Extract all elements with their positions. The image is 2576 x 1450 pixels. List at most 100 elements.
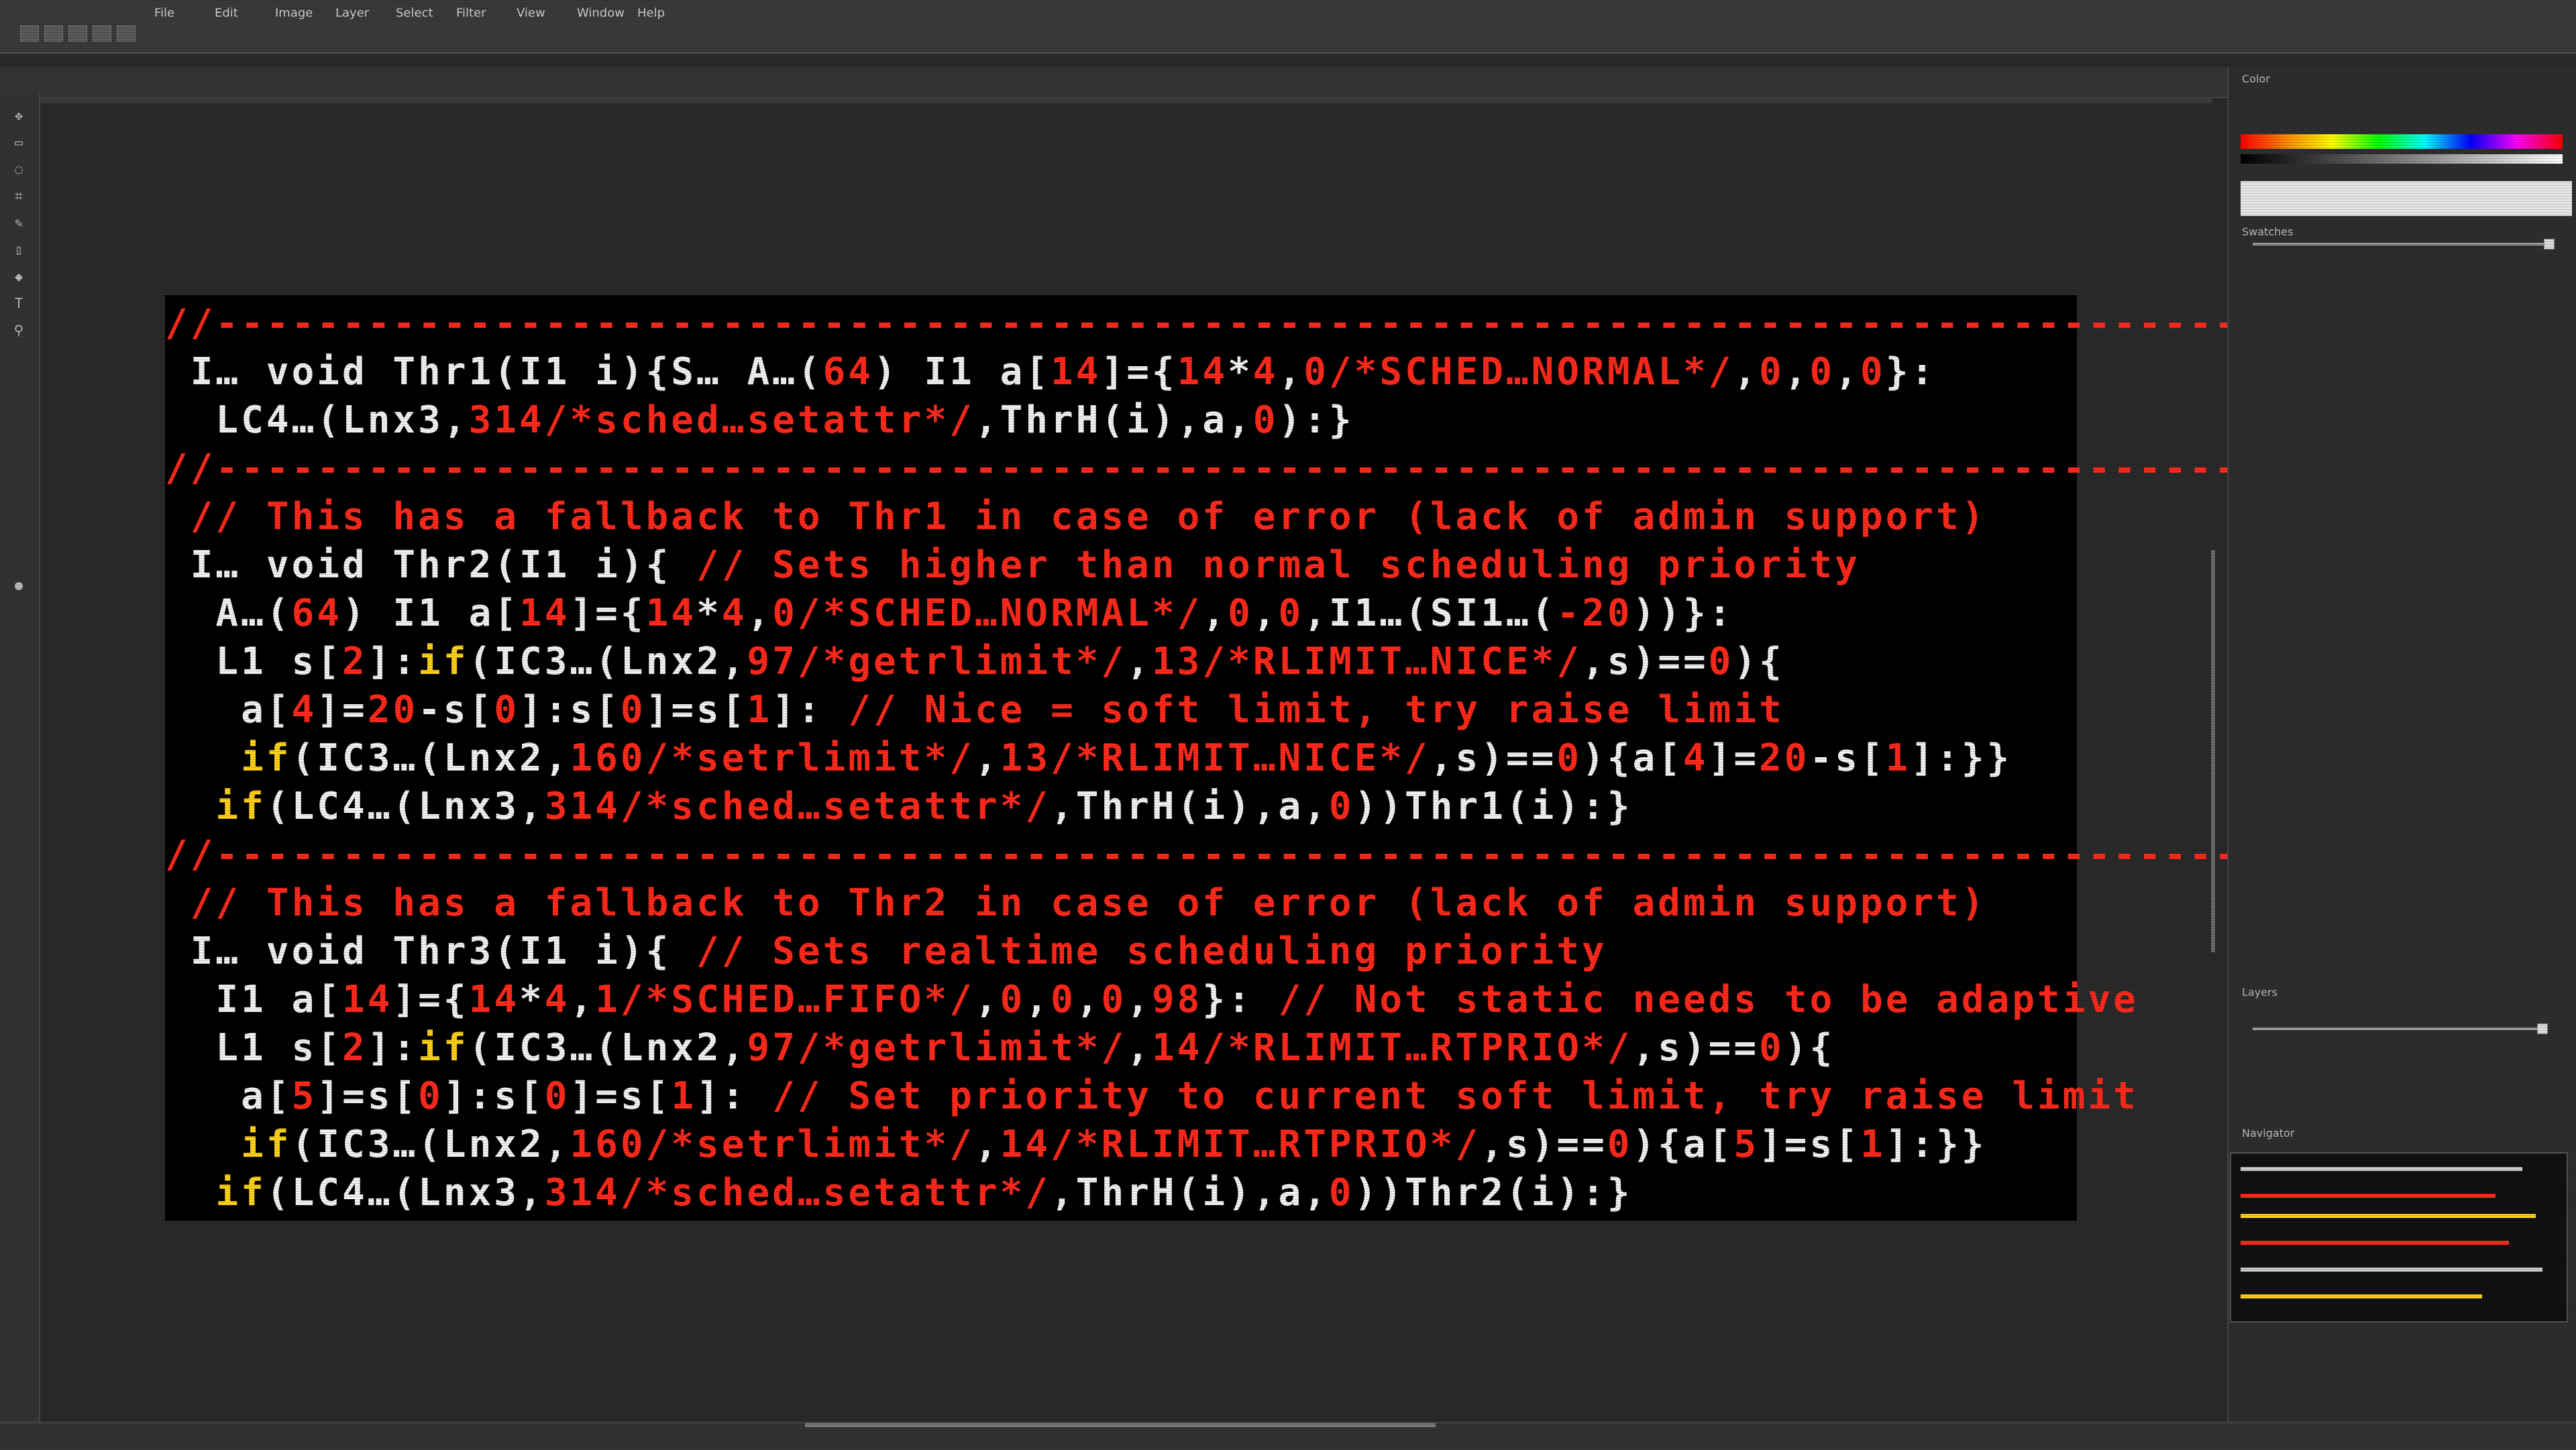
code-token: 1 (671, 1074, 697, 1118)
code-line: if(LC4…(Lnx3,314/*sched…setattr*/,ThrH(i… (165, 783, 1633, 830)
code-line: if(IC3…(Lnx2,160/*setrlimit*/,13/*RLIMIT… (165, 735, 2012, 782)
code-token: , (570, 978, 596, 1021)
code-token: -s[ (418, 688, 494, 732)
fill-tool-icon[interactable]: ◆ (11, 268, 27, 284)
menu-edit[interactable]: Edit (215, 5, 238, 21)
code-token: ,s)== (1430, 736, 1557, 780)
menu-filter[interactable]: Filter (456, 5, 486, 21)
code-token: (IC3…(Lnx2, (291, 736, 570, 780)
code-line: L1 s[2]:if(IC3…(Lnx2,97/*getrlimit*/,14/… (165, 1025, 1835, 1072)
code-token: }: (1202, 978, 1279, 1021)
code-line: A…(64) I1 a[14]={14*4,0/*SCHED…NORMAL*/,… (165, 590, 1733, 637)
code-token: , (1252, 592, 1279, 635)
move-tool-icon[interactable]: ✥ (11, 107, 27, 123)
menu-help[interactable]: Help (637, 5, 665, 21)
code-token: ]:s[ (443, 1074, 545, 1118)
marquee-tool-icon[interactable]: ▭ (11, 134, 27, 150)
code-token: 0 (1328, 1171, 1354, 1215)
code-token: 14/*RLIMIT…RTPRIO*/ (1151, 1026, 1633, 1070)
menu-layer[interactable]: Layer (335, 5, 369, 21)
code-token: -s[ (1809, 736, 1886, 780)
code-token: a[ (165, 688, 292, 732)
code-token: //--------------------------------------… (165, 447, 2367, 490)
horizontal-ruler (39, 97, 2212, 103)
menu-file[interactable]: File (154, 5, 174, 21)
code-token: ]=s[ (570, 1074, 672, 1118)
code-token: if (165, 1171, 266, 1215)
code-line: if(IC3…(Lnx2,160/*setrlimit*/,14/*RLIMIT… (165, 1121, 1987, 1168)
layers-slider-knob[interactable] (2537, 1023, 2548, 1034)
code-token: // Set priority to current soft limit, t… (772, 1074, 2139, 1118)
code-line: L1 s[2]:if(IC3…(Lnx2,97/*getrlimit*/,13/… (165, 638, 1784, 685)
vertical-scrollbar[interactable] (2211, 550, 2215, 952)
nav-line (2241, 1241, 2509, 1245)
code-token: 64 (822, 350, 874, 394)
code-token: 14 (468, 978, 520, 1021)
code-token: 14 (645, 592, 697, 635)
menu-view[interactable]: View (517, 5, 545, 21)
swatches-panel-title[interactable]: Swatches (2242, 225, 2293, 238)
code-token: ,s)== (1582, 640, 1709, 683)
code-token: ,I1…(SI1…( (1303, 592, 1557, 635)
code-token: 0 (1759, 350, 1784, 394)
eraser-tool-icon[interactable]: ▯ (11, 241, 27, 258)
code-line: I1 a[14]={14*4,1/*SCHED…FIFO*/,0,0,0,98}… (165, 977, 2139, 1023)
menu-image[interactable]: Image (275, 5, 313, 21)
code-token: 0 (494, 688, 520, 732)
layers-slider-track (2253, 1027, 2548, 1030)
undo-icon[interactable] (117, 25, 136, 42)
code-token: , (1202, 592, 1228, 635)
text-tool-icon[interactable]: T (11, 295, 27, 311)
code-line: //--------------------------------------… (165, 300, 2366, 347)
code-token: ){a[ (1582, 736, 1683, 780)
code-token: , (1784, 350, 1810, 394)
code-line: I… void Thr1(I1 i){S… A…(64) I1 a[14]={1… (165, 349, 1936, 396)
color-panel-title[interactable]: Color (2242, 72, 2270, 85)
zoom-tool-icon[interactable]: ⚲ (11, 322, 27, 338)
code-line: //--------------------------------------… (165, 445, 2366, 492)
color-spectrum[interactable] (2241, 134, 2563, 149)
code-token: 0 (418, 1074, 443, 1118)
lasso-tool-icon[interactable]: ◌ (11, 161, 27, 177)
code-token: LC4…(Lnx3, (165, 398, 469, 442)
code-token: , (1075, 978, 1102, 1021)
code-token: ):} (1278, 398, 1354, 442)
code-token: 314/*sched…setattr*/ (468, 398, 975, 442)
code-token: 97/*getrlimit*/ (747, 1026, 1127, 1070)
swatch-area[interactable] (2241, 181, 2572, 216)
document-canvas[interactable]: //--------------------------------------… (165, 295, 2363, 1221)
color-swatch-icon[interactable]: ● (11, 577, 27, 593)
open-file-icon[interactable] (44, 25, 63, 42)
navigator-thumbnail[interactable] (2230, 1152, 2568, 1323)
panel-slider-track (2253, 243, 2548, 245)
panel-slider-knob[interactable] (2544, 239, 2555, 249)
code-token: 20 (1759, 736, 1810, 780)
code-token: , (974, 1123, 1000, 1166)
code-token: , (1835, 350, 1860, 394)
code-token: ]={ (1101, 350, 1177, 394)
code-token: 160/*setrlimit*/ (570, 736, 975, 780)
layers-panel-title[interactable]: Layers (2242, 986, 2277, 999)
grey-ramp[interactable] (2241, 154, 2563, 164)
crop-tool-icon[interactable]: ⌗ (11, 188, 27, 204)
menu-select[interactable]: Select (396, 5, 433, 21)
code-token: ) I1 a[ (342, 592, 520, 635)
code-token: 14 (1051, 350, 1102, 394)
code-line: a[5]=s[0]:s[0]=s[1]: // Set priority to … (165, 1073, 2139, 1120)
code-line: //--------------------------------------… (165, 832, 2366, 879)
code-line: if(LC4…(Lnx3,314/*sched…setattr*/,ThrH(i… (165, 1170, 1633, 1217)
new-file-icon[interactable] (20, 25, 39, 42)
horizontal-scrollbar[interactable] (805, 1423, 1436, 1427)
code-token: 314/*sched…setattr*/ (544, 785, 1051, 828)
save-file-icon[interactable] (68, 25, 87, 42)
code-token: 0 (1101, 978, 1127, 1021)
code-token: // Sets higher than normal scheduling pr… (696, 543, 1860, 587)
brush-tool-icon[interactable]: ✎ (11, 215, 27, 231)
code-token: 5 (291, 1074, 317, 1118)
code-line: a[4]=20-s[0]:s[0]=s[1]: // Nice = soft l… (165, 687, 1784, 734)
code-token: (IC3…(Lnx2, (468, 640, 747, 683)
menu-window[interactable]: Window (577, 5, 625, 21)
code-token: 13/*RLIMIT…NICE*/ (1151, 640, 1582, 683)
navigator-panel-title[interactable]: Navigator (2242, 1127, 2294, 1139)
close-icon[interactable] (93, 25, 111, 42)
